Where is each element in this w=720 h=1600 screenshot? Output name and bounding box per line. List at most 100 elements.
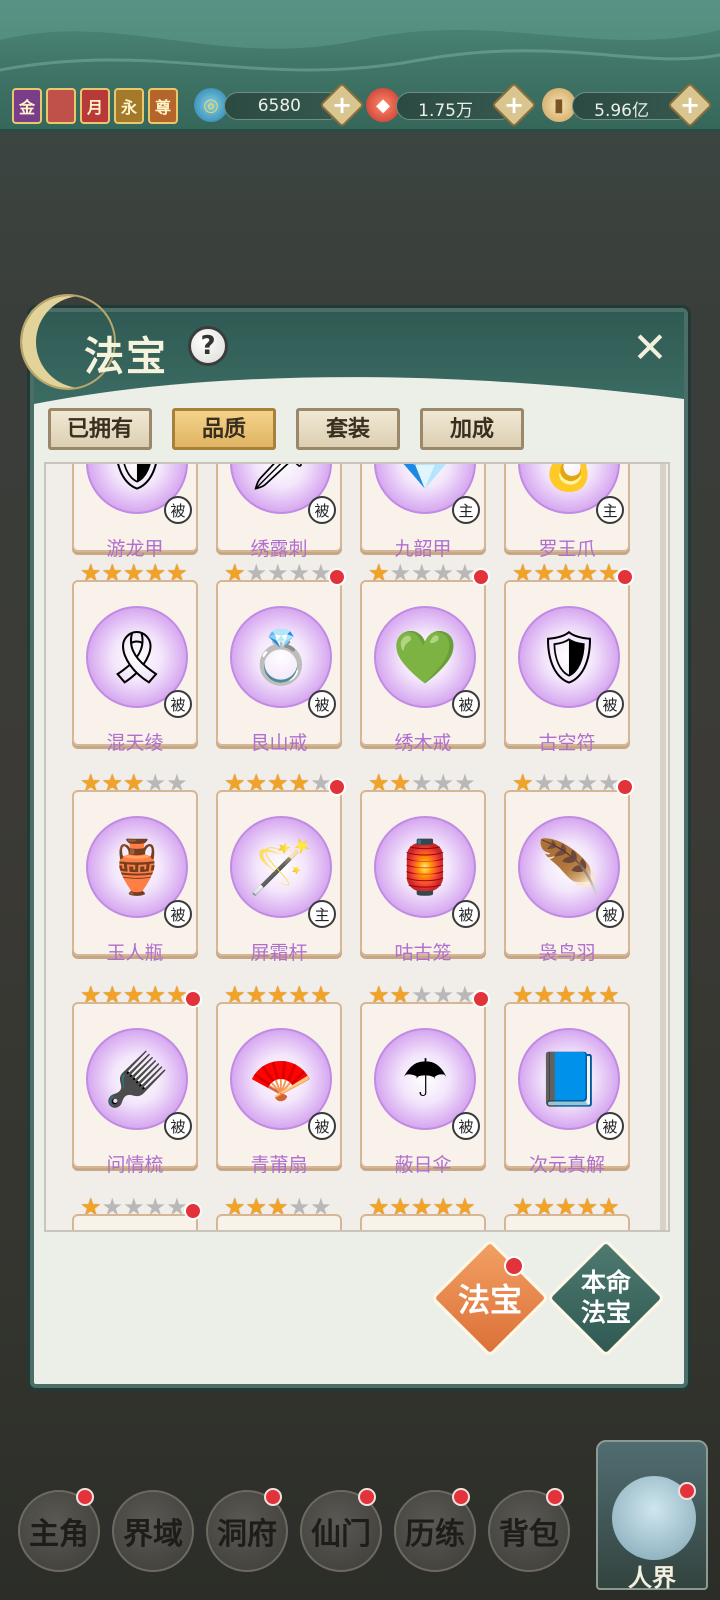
treasure-name: 玉人瓶 <box>106 942 164 964</box>
card-body: 💚 被绣木戒 <box>360 580 486 754</box>
treasure-card[interactable]: ★ ★ ★ ★ ★ 🏺 被玉人瓶 <box>72 770 198 964</box>
fabao-panel: 法宝 ? ✕ 已拥有 品质 套装 加成 🛡 被游龙甲 🗡 被绣露刺 💎 主九韶甲 🪝 主罗王爪… <box>20 294 688 1388</box>
type-tag: 被 <box>596 690 624 718</box>
world-button[interactable]: 人界 <box>596 1440 708 1592</box>
world-notification-dot <box>678 1482 696 1500</box>
notification-dot <box>184 990 202 1008</box>
vip-badges: 金 月永尊 <box>12 88 178 124</box>
nav-label: 仙门 <box>311 1517 371 1552</box>
notification-dot <box>616 778 634 796</box>
treasure-card[interactable]: ★ ★ ★ ★ ★ 🪶 被袅鸟羽 <box>504 770 634 964</box>
notification-dot <box>452 1488 470 1506</box>
card-body: 🏺 被玉人瓶 <box>72 790 198 964</box>
treasure-name: 古空符 <box>538 732 596 754</box>
tab-set[interactable]: 套装 <box>296 408 400 450</box>
card-body <box>72 1214 198 1230</box>
nav-label: 主角 <box>29 1517 89 1552</box>
treasure-name: 屏霜杆 <box>250 942 308 964</box>
card-body: 🎗 被混天绫 <box>72 580 198 754</box>
bottom-nav: 主角 界域 洞府 仙门 历练 背包 <box>18 1488 570 1572</box>
type-tag: 被 <box>596 900 624 928</box>
honor-badge-icon[interactable]: 尊 <box>148 88 178 124</box>
nav-label: 背包 <box>499 1517 559 1552</box>
card-body: 🏮 被咕古笼 <box>360 790 486 964</box>
help-button[interactable]: ? <box>188 326 228 366</box>
type-tag: 被 <box>164 496 192 524</box>
treasure-card[interactable]: ★ ★ ★ ★ ★ 💚 被绣木戒 <box>360 560 490 754</box>
treasure-card[interactable]: ★ ★ ★ ★ ★ 🪭 被青莆扇 <box>216 982 342 1176</box>
spirit-swirl-icon: ◎ <box>194 88 228 122</box>
treasure-card[interactable]: 💎 主九韶甲 <box>360 464 486 560</box>
card-body: 🪮 被问情梳 <box>72 1002 198 1176</box>
card-body: ☂ 被蔽日伞 <box>360 1002 486 1176</box>
treasure-card[interactable]: ★ ★ ★ ★ ★ 🪮 被问情梳 <box>72 982 202 1176</box>
fabao-button[interactable]: 法宝 <box>430 1238 550 1358</box>
tab-quality[interactable]: 品质 <box>172 408 276 450</box>
top-resource-bar: 金月永尊 ◎ 6580 + ◆ 1.75万 + ▮ 5.96亿 + <box>0 0 720 132</box>
treasure-card[interactable]: ★ ★ ★ ★ ★ 💍 被艮山戒 <box>216 560 346 754</box>
notification-dot <box>546 1488 564 1506</box>
treasure-card[interactable]: ★ ★ ★ ★ ★ 🪄 主屏霜杆 <box>216 770 346 964</box>
treasure-name: 问情梳 <box>106 1154 164 1176</box>
forever-badge-icon[interactable]: 永 <box>114 88 144 124</box>
card-body <box>504 1214 630 1230</box>
treasure-name: 青莆扇 <box>250 1154 308 1176</box>
type-tag: 被 <box>596 1112 624 1140</box>
notification-dot <box>264 1488 282 1506</box>
treasure-card[interactable]: ★ ★ ★ ★ ★ ☂ 被蔽日伞 <box>360 982 490 1176</box>
benming-fabao-button[interactable]: 本命 法宝 <box>546 1238 666 1358</box>
nav-button[interactable]: 界域 <box>112 1490 194 1572</box>
notification-dot <box>472 568 490 586</box>
gold-badge-icon[interactable]: 金 <box>12 88 42 124</box>
treasure-card[interactable]: ★ ★ ★ ★ ★ <box>72 1194 202 1230</box>
nav-button[interactable]: 仙门 <box>300 1488 382 1572</box>
nav-label: 历练 <box>405 1517 465 1552</box>
card-body: 🛡 被游龙甲 <box>72 464 198 560</box>
type-tag: 被 <box>164 690 192 718</box>
notification-dot <box>358 1488 376 1506</box>
tab-bonus[interactable]: 加成 <box>420 408 524 450</box>
nav-button[interactable]: 主角 <box>18 1488 100 1572</box>
notification-dot <box>328 568 346 586</box>
card-body: 🪶 被袅鸟羽 <box>504 790 630 964</box>
type-tag: 主 <box>452 496 480 524</box>
nav-button[interactable]: 历练 <box>394 1488 476 1572</box>
card-body: 🪝 主罗王爪 <box>504 464 630 560</box>
shield-badge-icon[interactable] <box>46 88 76 124</box>
type-tag: 被 <box>452 690 480 718</box>
treasure-card[interactable]: 🗡 被绣露刺 <box>216 464 342 560</box>
treasure-name: 咕古笼 <box>394 942 452 964</box>
treasure-name: 艮山戒 <box>250 732 308 754</box>
card-body: 🛡 被古空符 <box>504 580 630 754</box>
treasure-name: 混天绫 <box>106 732 164 754</box>
treasure-name: 罗王爪 <box>538 538 596 560</box>
nav-label: 洞府 <box>217 1517 277 1552</box>
treasure-card[interactable]: ★ ★ ★ ★ ★ 📘 被次元真解 <box>504 982 630 1176</box>
treasure-card[interactable]: ★ ★ ★ ★ ★ <box>360 1194 486 1230</box>
treasure-card[interactable]: ★ ★ ★ ★ ★ 🏮 被咕古笼 <box>360 770 486 964</box>
month-badge-icon[interactable]: 月 <box>80 88 110 124</box>
treasure-card[interactable]: ★ ★ ★ ★ ★ 🎗 被混天绫 <box>72 560 198 754</box>
type-tag: 被 <box>308 1112 336 1140</box>
nav-button[interactable]: 洞府 <box>206 1488 288 1572</box>
tab-owned[interactable]: 已拥有 <box>48 408 152 450</box>
card-body: 🪭 被青莆扇 <box>216 1002 342 1176</box>
nav-button[interactable]: 背包 <box>488 1488 570 1572</box>
card-body: 📘 被次元真解 <box>504 1002 630 1176</box>
scrollbar[interactable] <box>660 464 666 1230</box>
card-body: 🪄 主屏霜杆 <box>216 790 342 964</box>
card-body: 💎 主九韶甲 <box>360 464 486 560</box>
treasure-grid[interactable]: 🛡 被游龙甲 🗡 被绣露刺 💎 主九韶甲 🪝 主罗王爪 ★ ★ ★ ★ ★ 🎗 被混天绫 ★ ★ ★ ★ ★ 💍 被艮山戒… <box>44 462 670 1232</box>
treasure-card[interactable]: ★ ★ ★ ★ ★ <box>216 1194 342 1230</box>
treasure-card[interactable]: 🛡 被游龙甲 <box>72 464 198 560</box>
notification-dot <box>76 1488 94 1506</box>
treasure-card[interactable]: 🪝 主罗王爪 <box>504 464 630 560</box>
card-body: 💍 被艮山戒 <box>216 580 342 754</box>
card-body <box>360 1214 486 1230</box>
type-tag: 被 <box>164 1112 192 1140</box>
type-tag: 被 <box>452 900 480 928</box>
treasure-card[interactable]: ★ ★ ★ ★ ★ <box>504 1194 630 1230</box>
notification-dot <box>328 778 346 796</box>
treasure-card[interactable]: ★ ★ ★ ★ ★ 🛡 被古空符 <box>504 560 634 754</box>
close-button[interactable]: ✕ <box>630 327 670 369</box>
